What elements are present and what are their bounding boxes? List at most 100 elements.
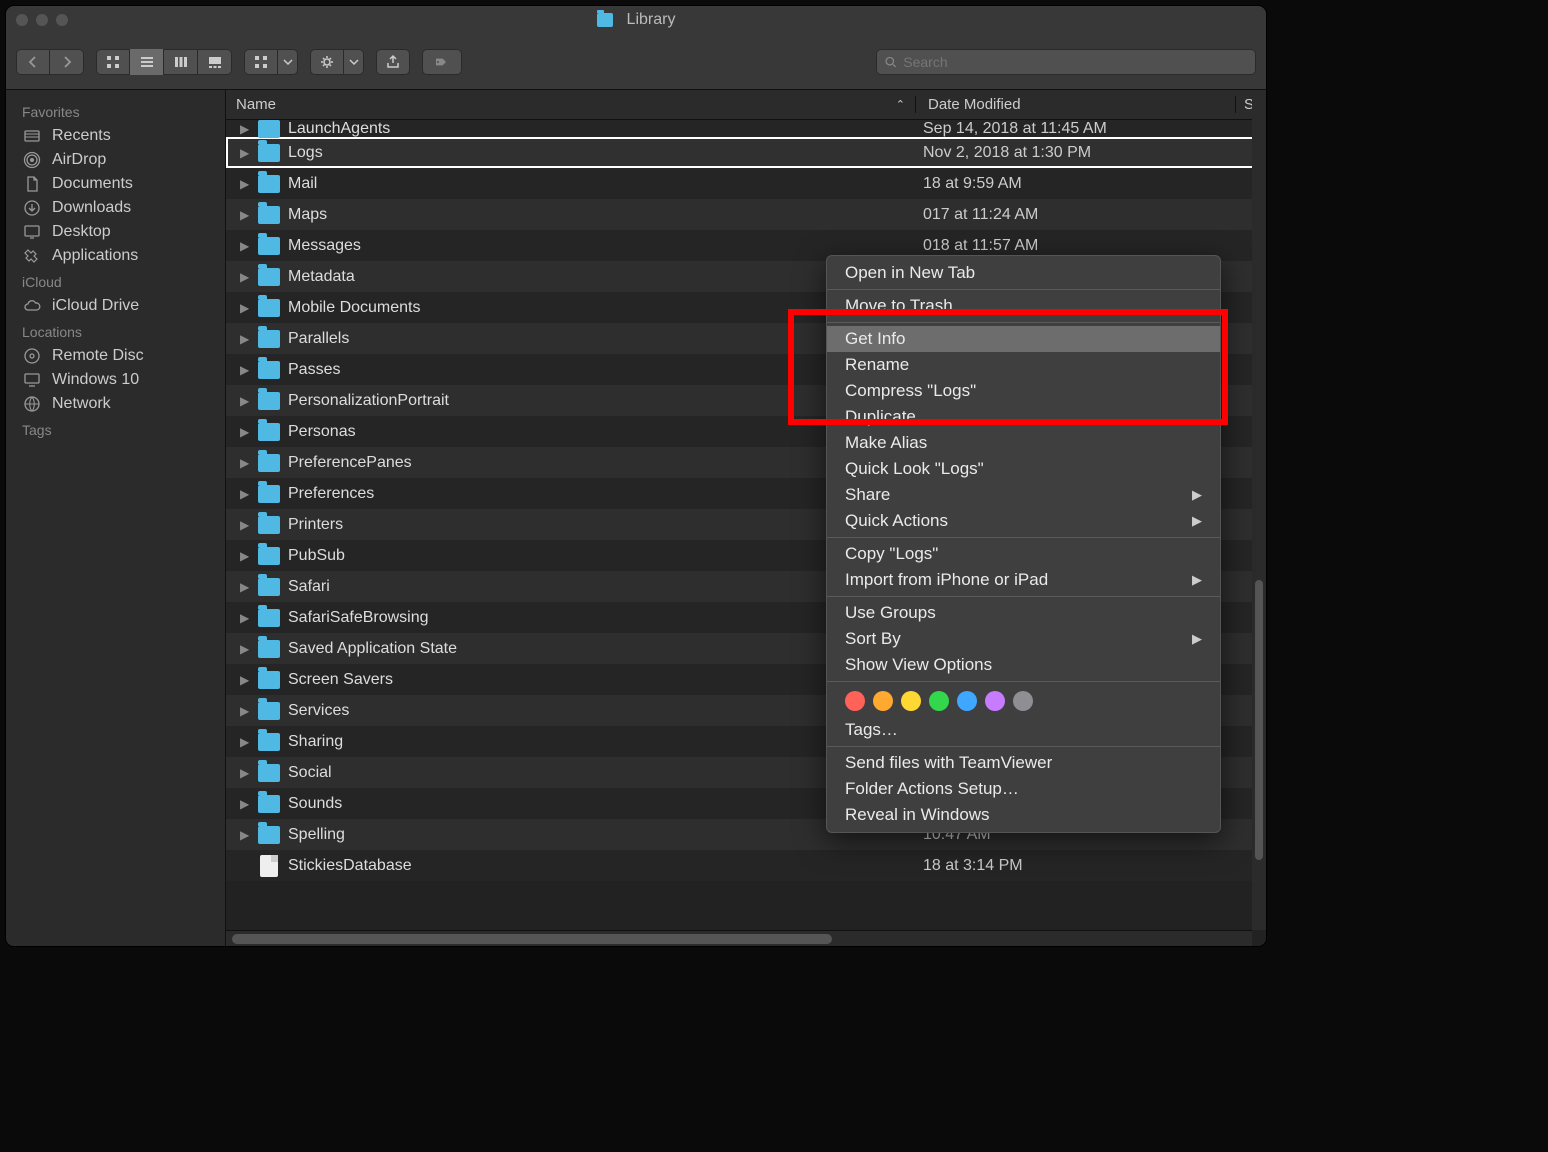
disclosure-triangle-icon[interactable]: ▶	[240, 735, 250, 749]
disclosure-triangle-icon[interactable]: ▶	[240, 425, 250, 439]
menu-item-compress-logs[interactable]: Compress "Logs"	[827, 378, 1220, 404]
horizontal-scrollbar[interactable]	[226, 930, 1252, 946]
menu-item-make-alias[interactable]: Make Alias	[827, 430, 1220, 456]
tag-color-dot[interactable]	[1013, 691, 1033, 711]
list-view-button[interactable]	[130, 49, 164, 75]
menu-item-show-view-options[interactable]: Show View Options	[827, 652, 1220, 678]
menu-item-open-in-new-tab[interactable]: Open in New Tab	[827, 260, 1220, 286]
menu-item-rename[interactable]: Rename	[827, 352, 1220, 378]
sidebar-item-downloads[interactable]: Downloads	[6, 196, 225, 220]
disclosure-triangle-icon[interactable]: ▶	[240, 487, 250, 501]
group-by-button[interactable]	[244, 49, 298, 75]
gallery-view-button[interactable]	[198, 49, 232, 75]
share-icon	[376, 49, 410, 75]
sidebar-item-airdrop[interactable]: AirDrop	[6, 148, 225, 172]
disclosure-triangle-icon[interactable]: ▶	[240, 642, 250, 656]
disclosure-triangle-icon[interactable]: ▶	[240, 828, 250, 842]
disclosure-triangle-icon[interactable]: ▶	[240, 580, 250, 594]
disclosure-triangle-icon[interactable]: ▶	[240, 766, 250, 780]
sidebar-heading: Tags	[6, 416, 225, 442]
disclosure-triangle-icon[interactable]: ▶	[240, 797, 250, 811]
sidebar-item-remote-disc[interactable]: Remote Disc	[6, 344, 225, 368]
menu-item-get-info[interactable]: Get Info	[827, 326, 1220, 352]
nav-buttons	[16, 49, 84, 75]
scrollbar-thumb[interactable]	[232, 934, 832, 944]
icon-view-button[interactable]	[96, 49, 130, 75]
sidebar-item-recents[interactable]: Recents	[6, 124, 225, 148]
sidebar-item-windows-10[interactable]: Windows 10	[6, 368, 225, 392]
chevron-down-icon	[278, 49, 298, 75]
menu-separator	[827, 746, 1220, 747]
table-row[interactable]: ▶Mail18 at 9:59 AM	[226, 168, 1266, 199]
tag-color-dot[interactable]	[845, 691, 865, 711]
column-name[interactable]: Name ⌃	[226, 96, 916, 113]
column-view-button[interactable]	[164, 49, 198, 75]
folder-icon	[258, 454, 280, 472]
table-row[interactable]: ▶LogsNov 2, 2018 at 1:30 PM	[226, 137, 1266, 168]
folder-icon	[258, 547, 280, 565]
disclosure-triangle-icon[interactable]: ▶	[240, 146, 250, 160]
folder-icon	[258, 640, 280, 658]
sidebar-item-label: Desktop	[52, 223, 111, 241]
file-date: 18 at 9:59 AM	[923, 175, 1022, 193]
menu-item-use-groups[interactable]: Use Groups	[827, 600, 1220, 626]
disclosure-triangle-icon[interactable]: ▶	[240, 301, 250, 315]
menu-item-import-from-iphone-or-ipad[interactable]: Import from iPhone or iPad▶	[827, 567, 1220, 593]
menu-item-quick-actions[interactable]: Quick Actions▶	[827, 508, 1220, 534]
back-button[interactable]	[16, 49, 50, 75]
menu-item-tags[interactable]: Tags…	[827, 717, 1220, 743]
tag-color-dot[interactable]	[873, 691, 893, 711]
menu-item-duplicate[interactable]: Duplicate	[827, 404, 1220, 430]
disclosure-triangle-icon[interactable]: ▶	[240, 704, 250, 718]
column-date[interactable]: Date Modified	[916, 96, 1236, 113]
sidebar-item-network[interactable]: Network	[6, 392, 225, 416]
menu-item-send-files-with-teamviewer[interactable]: Send files with TeamViewer	[827, 750, 1220, 776]
menu-item-quick-look-logs[interactable]: Quick Look "Logs"	[827, 456, 1220, 482]
search-input[interactable]	[903, 54, 1248, 70]
menu-item-sort-by[interactable]: Sort By▶	[827, 626, 1220, 652]
share-button[interactable]	[376, 49, 410, 75]
file-date: 18 at 3:14 PM	[923, 857, 1023, 875]
forward-button[interactable]	[50, 49, 84, 75]
table-row[interactable]: StickiesDatabase18 at 3:14 PM	[226, 850, 1266, 881]
disclosure-triangle-icon[interactable]: ▶	[240, 177, 250, 191]
sidebar-item-applications[interactable]: Applications	[6, 244, 225, 268]
sidebar-item-desktop[interactable]: Desktop	[6, 220, 225, 244]
sidebar-item-documents[interactable]: Documents	[6, 172, 225, 196]
tag-color-dot[interactable]	[985, 691, 1005, 711]
menu-item-label: Get Info	[845, 329, 905, 349]
disclosure-triangle-icon[interactable]: ▶	[240, 673, 250, 687]
table-row[interactable]: ▶LaunchAgentsSep 14, 2018 at 11:45 AM	[226, 120, 1266, 137]
tag-color-dot[interactable]	[929, 691, 949, 711]
tags-button[interactable]	[422, 49, 462, 75]
disclosure-triangle-icon[interactable]: ▶	[240, 122, 250, 136]
menu-item-folder-actions-setup[interactable]: Folder Actions Setup…	[827, 776, 1220, 802]
vertical-scrollbar[interactable]	[1252, 90, 1266, 930]
scrollbar-thumb[interactable]	[1255, 580, 1263, 860]
disclosure-triangle-icon[interactable]: ▶	[240, 239, 250, 253]
tag-color-dot[interactable]	[957, 691, 977, 711]
disclosure-triangle-icon[interactable]: ▶	[240, 332, 250, 346]
tag-color-dot[interactable]	[901, 691, 921, 711]
table-row[interactable]: ▶Maps017 at 11:24 AM	[226, 199, 1266, 230]
folder-icon	[258, 733, 280, 751]
menu-item-share[interactable]: Share▶	[827, 482, 1220, 508]
context-menu: Open in New Tab Move to Trash Get Info Rena…	[826, 255, 1221, 833]
disclosure-triangle-icon[interactable]: ▶	[240, 549, 250, 563]
disclosure-triangle-icon[interactable]: ▶	[240, 518, 250, 532]
file-icon	[260, 855, 278, 877]
menu-item-reveal-in-windows[interactable]: Reveal in Windows	[827, 802, 1220, 828]
disclosure-triangle-icon[interactable]: ▶	[240, 208, 250, 222]
submenu-arrow-icon: ▶	[1192, 513, 1202, 529]
disclosure-triangle-icon[interactable]: ▶	[240, 270, 250, 284]
folder-icon	[258, 609, 280, 627]
sidebar-item-icloud-drive[interactable]: iCloud Drive	[6, 294, 225, 318]
action-button[interactable]	[310, 49, 364, 75]
menu-item-copy-logs[interactable]: Copy "Logs"	[827, 541, 1220, 567]
search-field[interactable]	[876, 49, 1256, 75]
menu-item-move-to-trash[interactable]: Move to Trash	[827, 293, 1220, 319]
disclosure-triangle-icon[interactable]: ▶	[240, 363, 250, 377]
disclosure-triangle-icon[interactable]: ▶	[240, 611, 250, 625]
disclosure-triangle-icon[interactable]: ▶	[240, 456, 250, 470]
disclosure-triangle-icon[interactable]: ▶	[240, 394, 250, 408]
